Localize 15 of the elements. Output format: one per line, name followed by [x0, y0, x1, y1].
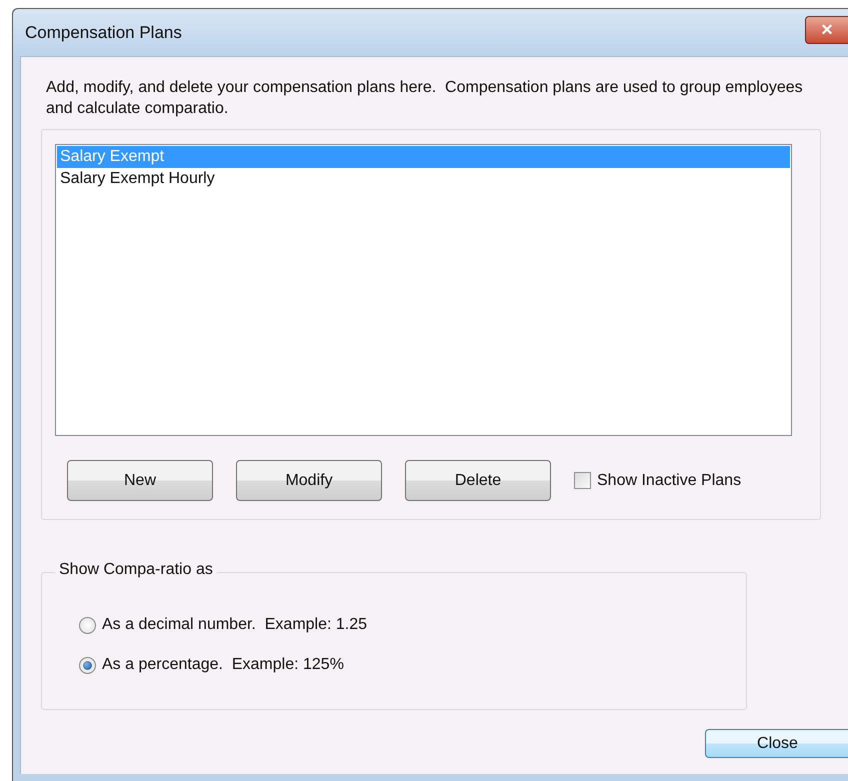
description-text: Add, modify, and delete your compensation plans here. Compensation plans are used to group employees and calculate comparatio. — [46, 78, 804, 119]
list-item[interactable]: Salary Exempt Hourly — [57, 168, 790, 190]
radio-button[interactable] — [79, 616, 96, 634]
plan-button[interactable]: Modify — [236, 460, 382, 501]
plans-list[interactable]: Salary Exempt Salary Exempt Hourly — [55, 144, 792, 436]
radio-button[interactable] — [79, 656, 96, 674]
radio-label: As a decimal number. Example: 1.25 — [102, 616, 368, 634]
checkbox[interactable] — [574, 472, 591, 489]
plan-button[interactable]: New — [67, 460, 213, 501]
window-title: Compensation Plans — [25, 22, 182, 42]
checkbox-label: Show Inactive Plans — [597, 472, 742, 490]
plan-button[interactable]: Delete — [405, 460, 551, 501]
radio-label: As a percentage. Example: 125% — [102, 656, 344, 674]
group-legend: Show Compa-ratio as — [55, 561, 217, 579]
close-button[interactable]: Close — [705, 729, 848, 758]
